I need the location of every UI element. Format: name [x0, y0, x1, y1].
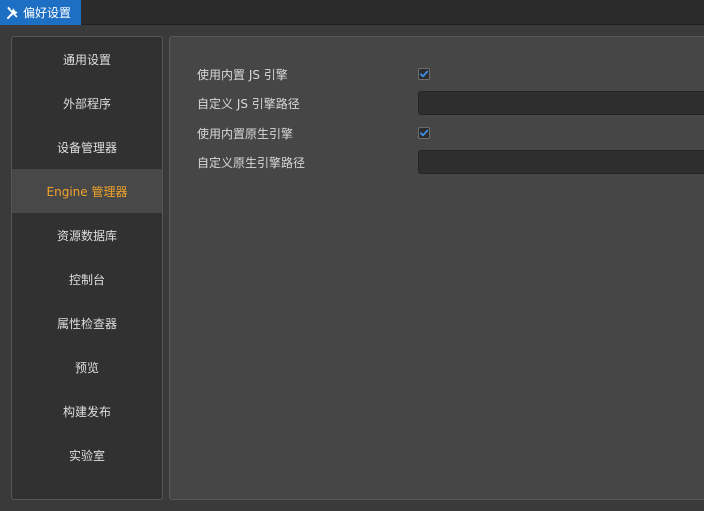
sidebar-item-laboratory[interactable]: 实验室: [12, 433, 162, 477]
setting-row-custom-js-path: 自定义 JS 引擎路径: [197, 91, 704, 115]
sidebar-item-label: 外部程序: [62, 96, 111, 111]
engine-settings-panel: 使用内置 JS 引擎 自定义 JS 引擎路径 使用内置原生引擎 自定义原生引擎路…: [169, 36, 704, 500]
custom-js-path-input[interactable]: [418, 91, 704, 115]
tab-preferences[interactable]: 偏好设置: [0, 0, 81, 25]
sidebar-item-inspector[interactable]: 属性检查器: [12, 301, 162, 345]
tab-title: 偏好设置: [23, 6, 72, 20]
sidebar-item-label: 预览: [74, 360, 99, 375]
custom-native-path-input[interactable]: [418, 150, 704, 174]
sidebar-item-label: 设备管理器: [56, 140, 117, 155]
use-builtin-native-label: 使用内置原生引擎: [197, 126, 294, 141]
sidebar: 通用设置 外部程序 设备管理器 Engine 管理器 资源数据库 控制台 属性检…: [11, 36, 163, 500]
sidebar-item-label: 属性检查器: [56, 316, 117, 331]
checkmark-icon: [419, 129, 429, 137]
sidebar-item-console[interactable]: 控制台: [12, 257, 162, 301]
checkmark-icon: [419, 70, 429, 78]
title-bar: 偏好设置: [0, 0, 704, 25]
sidebar-item-engine-manager[interactable]: Engine 管理器: [12, 169, 162, 213]
use-builtin-native-checkbox[interactable]: [418, 127, 430, 139]
sidebar-item-general[interactable]: 通用设置: [12, 37, 162, 81]
sidebar-item-build-publish[interactable]: 构建发布: [12, 389, 162, 433]
sidebar-item-label: 控制台: [68, 272, 105, 287]
sidebar-item-label: 构建发布: [62, 404, 111, 419]
sidebar-item-label: 资源数据库: [56, 228, 117, 243]
sidebar-item-label: 实验室: [68, 448, 105, 463]
sidebar-item-device-manager[interactable]: 设备管理器: [12, 125, 162, 169]
setting-row-builtin-js: 使用内置 JS 引擎: [197, 62, 430, 86]
sidebar-item-external-programs[interactable]: 外部程序: [12, 81, 162, 125]
sidebar-item-asset-database[interactable]: 资源数据库: [12, 213, 162, 257]
sidebar-item-preview[interactable]: 预览: [12, 345, 162, 389]
custom-native-path-label: 自定义原生引擎路径: [197, 155, 306, 170]
use-builtin-js-checkbox[interactable]: [418, 68, 430, 80]
setting-row-custom-native-path: 自定义原生引擎路径: [197, 150, 704, 174]
sidebar-item-label: 通用设置: [62, 52, 111, 67]
custom-js-path-label: 自定义 JS 引擎路径: [197, 96, 300, 111]
tools-icon: [6, 6, 20, 20]
use-builtin-js-label: 使用内置 JS 引擎: [197, 67, 288, 82]
setting-row-builtin-native: 使用内置原生引擎: [197, 121, 430, 145]
sidebar-item-label: Engine 管理器: [46, 184, 128, 199]
